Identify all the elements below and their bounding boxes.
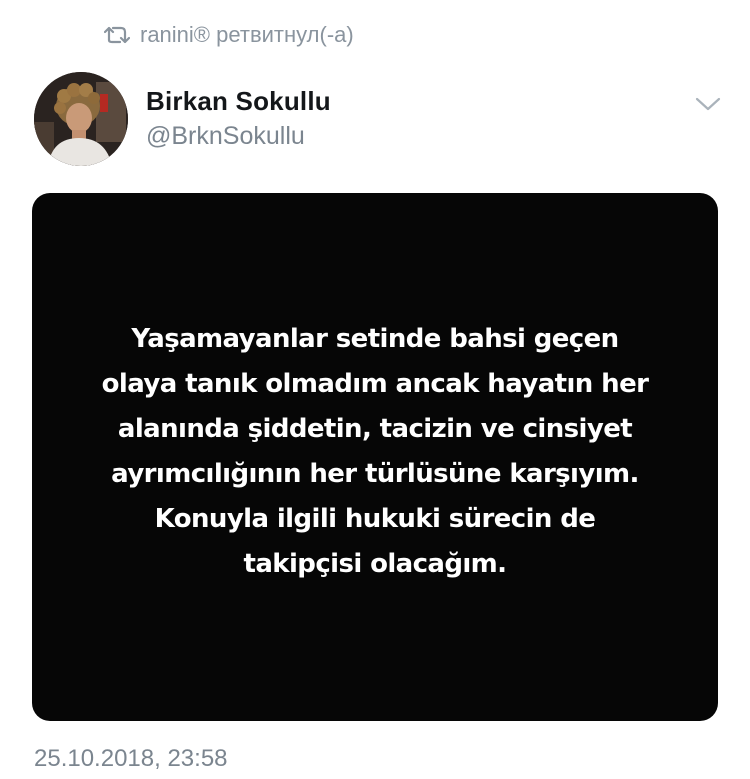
tweet-timestamp: 25.10.2018, 23:58	[34, 745, 228, 772]
tweet-view: ranini® ретвитнул(-а) Birkan Sokullu @Br…	[0, 0, 750, 779]
retweet-context[interactable]: ranini® ретвитнул(-а)	[104, 20, 354, 50]
avatar[interactable]	[34, 72, 128, 166]
media-text-line: olaya tanık olmadım ancak hayatın her	[101, 369, 649, 399]
media-text-line: takipçisi olacağım.	[243, 549, 508, 579]
media-text-line: alanında şiddetin, tacizin ve cinsiyet	[117, 414, 633, 444]
author-handle[interactable]: @BrknSokullu	[146, 122, 305, 151]
tweet-media-image[interactable]: Yaşamayanlar setinde bahsi geçen olaya t…	[32, 193, 718, 721]
media-text-line: Yaşamayanlar setinde bahsi geçen	[131, 324, 619, 354]
author-name[interactable]: Birkan Sokullu	[146, 86, 331, 117]
retweet-text: ranini® ретвитнул(-а)	[140, 22, 354, 47]
media-text: Yaşamayanlar setinde bahsi geçen olaya t…	[65, 317, 685, 587]
media-text-line: ayrımcılığının her türlüsüne karşıyım.	[111, 459, 639, 489]
chevron-down-icon[interactable]	[694, 94, 722, 114]
retweet-icon	[104, 26, 130, 44]
avatar-photo	[34, 72, 128, 166]
media-text-line: Konuyla ilgili hukuki sürecin de	[154, 504, 596, 534]
